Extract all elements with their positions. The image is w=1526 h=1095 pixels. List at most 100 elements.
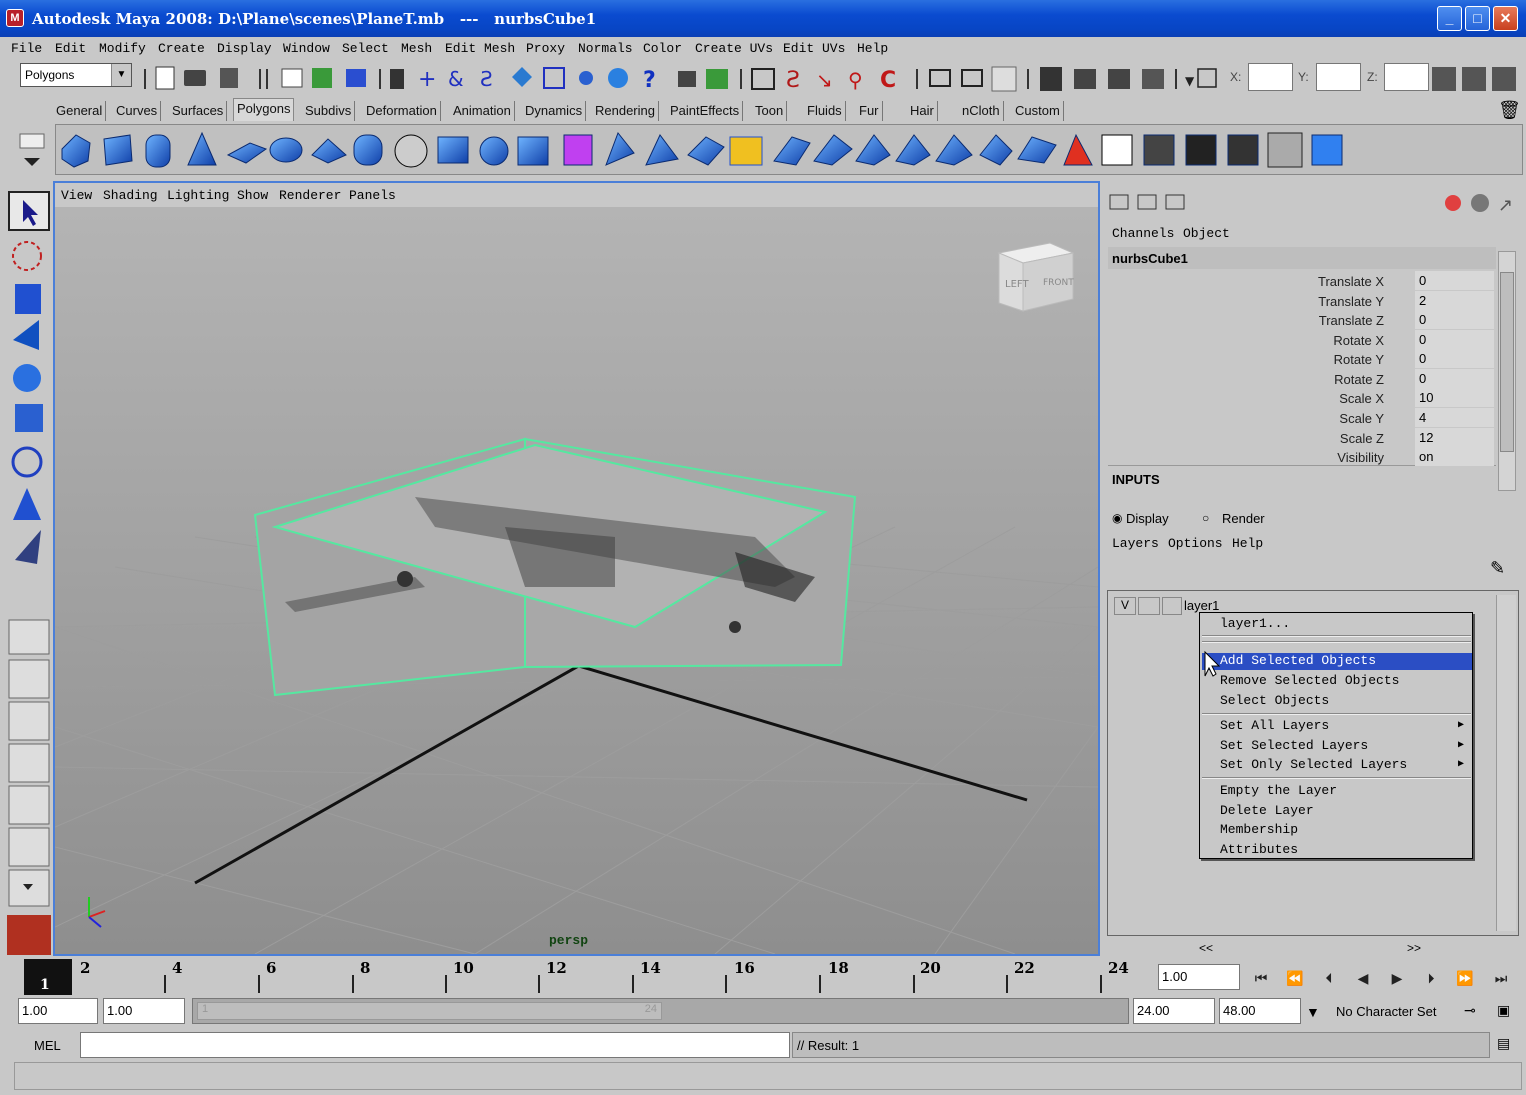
tab-hair[interactable]: Hair — [907, 101, 938, 121]
minimize-button[interactable]: _ — [1437, 6, 1462, 31]
vp-menu-panels[interactable]: Panels — [349, 188, 396, 203]
ctx-set-only-selected-layers[interactable]: Set Only Selected Layers — [1220, 757, 1407, 772]
shelf-icons[interactable] — [56, 125, 1522, 175]
playback-end-field[interactable]: 24.00 — [1133, 998, 1215, 1024]
vp-menu-shading[interactable]: Shading — [103, 188, 158, 203]
menu-help[interactable]: Help — [857, 41, 888, 56]
menu-create[interactable]: Create — [158, 41, 205, 56]
attr-value[interactable]: 10 — [1415, 388, 1494, 407]
step-back-key-icon[interactable]: ⏪ — [1281, 964, 1309, 992]
command-input[interactable] — [80, 1032, 790, 1058]
tab-fluids[interactable]: Fluids — [804, 101, 846, 121]
play-backwards-icon[interactable]: ◀ — [1349, 964, 1377, 992]
tab-polygons[interactable]: Polygons — [233, 98, 295, 121]
menu-display[interactable]: Display — [217, 41, 272, 56]
trash-icon[interactable]: 🗑 — [1498, 100, 1521, 121]
attr-row[interactable]: Translate Y 2 — [1110, 291, 1494, 311]
render-radio-label[interactable]: Render — [1222, 511, 1265, 526]
tab-animation[interactable]: Animation — [450, 101, 515, 121]
attr-value[interactable]: 0 — [1415, 369, 1494, 388]
maya-app-icon[interactable]: M — [6, 9, 24, 27]
menu-edit-uvs[interactable]: Edit UVs — [783, 41, 845, 56]
step-forward-key-icon[interactable]: ⏩ — [1451, 964, 1479, 992]
current-frame-marker[interactable]: 1 — [24, 959, 72, 995]
ctx-select-objects[interactable]: Select Objects — [1220, 693, 1329, 708]
layer-list-scrollbar[interactable] — [1496, 595, 1516, 931]
key-icon[interactable]: ⊸ — [1464, 1002, 1476, 1019]
x-input[interactable] — [1248, 63, 1293, 91]
tab-fur[interactable]: Fur — [856, 101, 883, 121]
tab-deformation[interactable]: Deformation — [363, 101, 441, 121]
menu-edit[interactable]: Edit — [55, 41, 86, 56]
attr-row[interactable]: Rotate X 0 — [1110, 330, 1494, 350]
range-start-field[interactable]: 1.00 — [18, 998, 98, 1024]
layer-type-toggle[interactable] — [1138, 597, 1160, 615]
attr-row[interactable]: Translate Z 0 — [1110, 310, 1494, 330]
script-editor-icon[interactable]: ▤ — [1497, 1035, 1510, 1052]
menu-file[interactable]: File — [11, 41, 42, 56]
status-line-icons[interactable]: + & Ƨ ? Ƨ ↘ ⚲ C ▼ — [140, 59, 1520, 97]
menu-edit-mesh[interactable]: Edit Mesh — [445, 41, 515, 56]
step-back-frame-icon[interactable]: ⏴ — [1315, 964, 1343, 992]
maximize-button[interactable]: □ — [1465, 6, 1490, 31]
attr-value[interactable]: 0 — [1415, 330, 1494, 349]
ctx-membership[interactable]: Membership — [1220, 822, 1298, 837]
chevron-down-icon[interactable]: ▼ — [1306, 1004, 1320, 1020]
character-set-label[interactable]: No Character Set — [1336, 1004, 1436, 1019]
time-slider[interactable]: 1 2 4 6 8 10 12 14 16 18 20 22 24 — [18, 957, 1129, 997]
menu-select[interactable]: Select — [342, 41, 389, 56]
attr-row[interactable]: Rotate Y 0 — [1110, 349, 1494, 369]
layers-menu-layers[interactable]: Layers — [1112, 536, 1159, 551]
layer-nav-prev[interactable]: << — [1199, 941, 1213, 955]
menu-proxy[interactable]: Proxy — [526, 41, 565, 56]
tab-curves[interactable]: Curves — [113, 101, 162, 121]
ctx-empty-the-layer[interactable]: Empty the Layer — [1220, 783, 1337, 798]
attr-row[interactable]: Translate X 0 — [1110, 271, 1494, 291]
shelf-menu-icon[interactable] — [18, 130, 48, 176]
range-slider-bar[interactable]: 1 24 — [197, 1002, 662, 1020]
menu-modify[interactable]: Modify — [99, 41, 146, 56]
scrollbar-thumb[interactable] — [1500, 272, 1514, 452]
view-cube[interactable]: LEFT FRONT — [997, 242, 1075, 312]
layers-menu-help[interactable]: Help — [1232, 536, 1263, 551]
close-button[interactable]: ✕ — [1493, 6, 1518, 31]
object-name[interactable]: nurbsCube1 — [1112, 251, 1188, 266]
step-forward-frame-icon[interactable]: ⏵ — [1417, 964, 1445, 992]
toolbox-icons[interactable] — [5, 180, 52, 960]
attr-row[interactable]: Scale Z 12 — [1110, 428, 1494, 448]
layers-menu-options[interactable]: Options — [1168, 536, 1223, 551]
ctx-delete-layer[interactable]: Delete Layer — [1220, 803, 1314, 818]
tab-surfaces[interactable]: Surfaces — [169, 101, 228, 121]
menu-create-uvs[interactable]: Create UVs — [695, 41, 773, 56]
attr-value[interactable]: on — [1415, 447, 1494, 466]
channelbox-tab-channels[interactable]: Channels — [1112, 226, 1174, 241]
attr-value[interactable]: 4 — [1415, 408, 1494, 427]
vp-menu-renderer[interactable]: Renderer — [279, 188, 341, 203]
ctx-remove-selected-objects[interactable]: Remove Selected Objects — [1220, 673, 1399, 688]
attr-value[interactable]: 0 — [1415, 349, 1494, 368]
mel-label[interactable]: MEL — [34, 1038, 61, 1053]
attr-value[interactable]: 2 — [1415, 291, 1494, 310]
menu-mesh[interactable]: Mesh — [401, 41, 432, 56]
go-to-end-icon[interactable]: ⏭ — [1487, 964, 1515, 992]
vp-menu-show[interactable]: Show — [237, 188, 268, 203]
attr-row[interactable]: Visibility on — [1110, 447, 1494, 467]
render-radio-icon[interactable]: ○ — [1202, 511, 1209, 525]
display-radio-icon[interactable]: ◉ — [1112, 511, 1122, 525]
menuset-dropdown[interactable]: Polygons ▼ — [20, 63, 132, 87]
attr-row[interactable]: Rotate Z 0 — [1110, 369, 1494, 389]
tab-ncloth[interactable]: nCloth — [959, 101, 1004, 121]
layer-color-swatch[interactable] — [1162, 597, 1182, 615]
attr-row[interactable]: Scale Y 4 — [1110, 408, 1494, 428]
ctx-set-selected-layers[interactable]: Set Selected Layers — [1220, 738, 1368, 753]
vp-menu-lighting[interactable]: Lighting — [167, 188, 229, 203]
perspective-viewport[interactable]: View Shading Lighting Show Renderer Pane… — [53, 181, 1100, 956]
playback-start-field[interactable]: 1.00 — [103, 998, 185, 1024]
attr-value[interactable]: 12 — [1415, 428, 1494, 447]
tab-dynamics[interactable]: Dynamics — [522, 101, 587, 121]
tab-painteffects[interactable]: PaintEffects — [667, 101, 744, 121]
display-radio-label[interactable]: Display — [1126, 511, 1169, 526]
range-end-field[interactable]: 48.00 — [1219, 998, 1301, 1024]
z-input[interactable] — [1384, 63, 1429, 91]
new-layer-icon[interactable]: ✎ — [1490, 558, 1505, 579]
